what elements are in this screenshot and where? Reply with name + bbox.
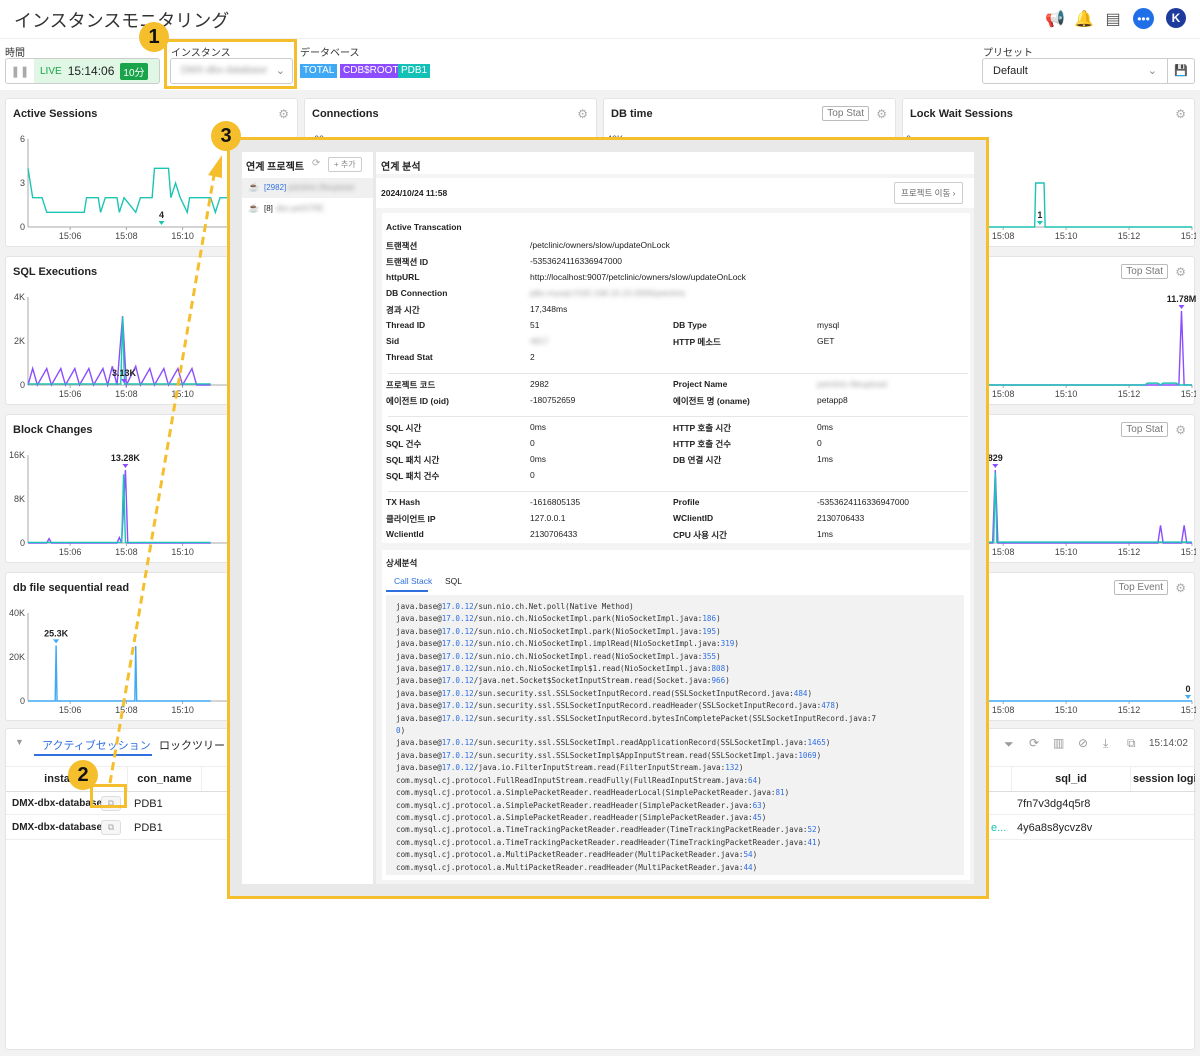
- field-label: 클라이언트 IP: [386, 514, 436, 524]
- linked-analysis-panel: 연계 분석 2024/10/24 11:58 프로젝트 이동 › Active …: [376, 152, 974, 884]
- field-value: petclinic-fileupload: [817, 379, 887, 389]
- stack-line: java.base@17.0.12/sun.nio.ch.NioSocketIm…: [396, 651, 721, 661]
- field-value: 0ms: [817, 422, 834, 432]
- refresh-icon[interactable]: ⟳: [312, 158, 320, 169]
- field-label: 프로젝트 코드: [386, 380, 436, 390]
- stack-line: java.base@17.0.12/sun.security.ssl.SSLSo…: [396, 713, 877, 736]
- field-value: 1ms: [817, 529, 834, 539]
- active-transaction-section: Active Transcation 트랜잭션/petclinic/owners…: [382, 213, 970, 543]
- field-label: SQL 시간: [386, 423, 422, 433]
- field-label: SQL 패치 건수: [386, 471, 440, 481]
- stack-line: com.mysql.cj.protocol.a.SimplePacketRead…: [396, 800, 767, 810]
- step-marker-3: 3: [211, 121, 241, 151]
- field-value: 2130706433: [530, 529, 578, 539]
- field-value: /petclinic/owners/slow/updateOnLock: [530, 240, 670, 250]
- field-value: jdbc:mysql://192.168.10.10:3306/petclini…: [530, 288, 686, 298]
- analysis-date: 2024/10/24 11:58: [381, 188, 448, 198]
- stack-line: com.mysql.cj.protocol.a.TimeTrackingPack…: [396, 825, 822, 835]
- field-value: petapp8: [817, 395, 848, 405]
- field-value: 0: [530, 470, 535, 480]
- stack-line: com.mysql.cj.protocol.a.SimplePacketRead…: [396, 812, 767, 822]
- field-value: mysql: [817, 320, 840, 330]
- stack-line: com.mysql.cj.protocol.a.MultiPacketReade…: [396, 862, 758, 872]
- stack-line: java.base@17.0.12/sun.security.ssl.SSLSo…: [396, 750, 822, 760]
- field-label: HTTP 호출 건수: [673, 439, 732, 449]
- field-value: 4817: [530, 336, 549, 346]
- project-item[interactable]: ☕ [8] dbx-petSTRE: [242, 199, 373, 219]
- field-value: 2982: [530, 379, 549, 389]
- field-label: Profile: [673, 497, 700, 507]
- linked-project-panel: 연계 프로젝트 ⟳ + 추가 ☕ [2982] petclinic-fileup…: [242, 152, 373, 884]
- field-value: 127.0.0.1: [530, 513, 566, 523]
- analysis-title: 연계 분석: [381, 162, 421, 173]
- field-label: SQL 패치 시간: [386, 455, 440, 465]
- linked-analysis-popup: 연계 프로젝트 ⟳ + 추가 ☕ [2982] petclinic-fileup…: [227, 137, 989, 899]
- field-value: -5353624116336947000: [817, 497, 910, 507]
- stack-line: com.mysql.cj.protocol.a.TimeTrackingPack…: [396, 837, 822, 847]
- field-label: Sid: [386, 336, 400, 346]
- move-project-button[interactable]: 프로젝트 이동 ›: [894, 182, 963, 204]
- field-value: http://localhost:9007/petclinic/owners/s…: [530, 272, 746, 282]
- field-value: 0ms: [530, 422, 547, 432]
- field-value: 0: [817, 438, 822, 448]
- stack-line: java.base@17.0.12/sun.nio.ch.NioSocketIm…: [396, 626, 721, 636]
- stack-line: com.mysql.cj.protocol.a.MultiPacketReade…: [396, 850, 758, 860]
- detail-section: 상세분석 Call Stack SQL java.base@17.0.12/su…: [382, 550, 970, 880]
- field-label: WClientID: [673, 513, 714, 523]
- stack-line: java.base@17.0.12/java.io.FilterInputStr…: [396, 763, 744, 773]
- stack-line: java.base@17.0.12/sun.nio.ch.NioSocketIm…: [396, 664, 730, 674]
- tab-call-stack[interactable]: Call Stack: [394, 576, 432, 586]
- field-value: 0: [530, 438, 535, 448]
- field-label: httpURL: [386, 272, 420, 282]
- field-label: 에이전트 ID (oid): [386, 396, 449, 406]
- stack-line: java.base@17.0.12/java.net.Socket$Socket…: [396, 676, 730, 686]
- add-project-button[interactable]: + 추가: [328, 157, 362, 172]
- field-value: -180752659: [530, 395, 576, 405]
- stack-line: com.mysql.cj.protocol.FullReadInputStrea…: [396, 775, 762, 785]
- field-label: Project Name: [673, 379, 728, 389]
- stack-line: com.mysql.cj.protocol.a.SimplePacketRead…: [396, 788, 790, 798]
- java-icon: ☕: [248, 182, 260, 192]
- field-label: 트랜잭션: [386, 241, 418, 251]
- field-label: 트랜잭션 ID: [386, 257, 429, 267]
- field-label: TX Hash: [386, 497, 421, 507]
- call-stack: java.base@17.0.12/sun.nio.ch.Net.poll(Na…: [386, 595, 964, 875]
- field-label: Thread Stat: [386, 352, 433, 362]
- field-label: DB 연결 시간: [673, 455, 722, 465]
- field-value: 17,348ms: [530, 304, 568, 314]
- stack-line: java.base@17.0.12/sun.security.ssl.SSLSo…: [396, 738, 831, 748]
- stack-line: java.base@17.0.12/sun.security.ssl.SSLSo…: [396, 688, 813, 698]
- project-item[interactable]: ☕ [2982] petclinic-fileupload: [242, 178, 373, 198]
- field-value: 2: [530, 352, 535, 362]
- field-value: -1616805135: [530, 497, 581, 507]
- field-label: HTTP 메소드: [673, 337, 721, 347]
- detail-title: 상세분석: [386, 558, 418, 568]
- field-label: DB Type: [673, 320, 707, 330]
- java-icon: ☕: [248, 203, 260, 213]
- stack-line: java.base@17.0.12/sun.nio.ch.NioSocketIm…: [396, 614, 721, 624]
- field-label: CPU 사용 시간: [673, 530, 727, 540]
- tab-sql[interactable]: SQL: [445, 576, 462, 586]
- field-label: 에이전트 명 (oname): [673, 396, 750, 406]
- field-value: GET: [817, 336, 835, 346]
- field-label: DB Connection: [386, 288, 448, 298]
- stack-line: java.base@17.0.12/sun.security.ssl.SSLSo…: [396, 701, 840, 711]
- field-value: 1ms: [817, 454, 834, 464]
- field-value: 2130706433: [817, 513, 865, 523]
- linked-project-title: 연계 프로젝트: [246, 162, 304, 173]
- section-title: Active Transcation: [386, 222, 462, 232]
- field-value: 0ms: [530, 454, 547, 464]
- field-label: Thread ID: [386, 320, 426, 330]
- field-label: WclientId: [386, 529, 424, 539]
- stack-line: java.base@17.0.12/sun.nio.ch.Net.poll(Na…: [396, 602, 634, 611]
- field-label: 경과 시간: [386, 305, 420, 315]
- field-value: 51: [530, 320, 540, 330]
- field-label: HTTP 호출 시간: [673, 423, 732, 433]
- field-value: -5353624116336947000: [530, 256, 623, 266]
- field-label: SQL 건수: [386, 439, 422, 449]
- stack-line: java.base@17.0.12/sun.nio.ch.NioSocketIm…: [396, 639, 739, 649]
